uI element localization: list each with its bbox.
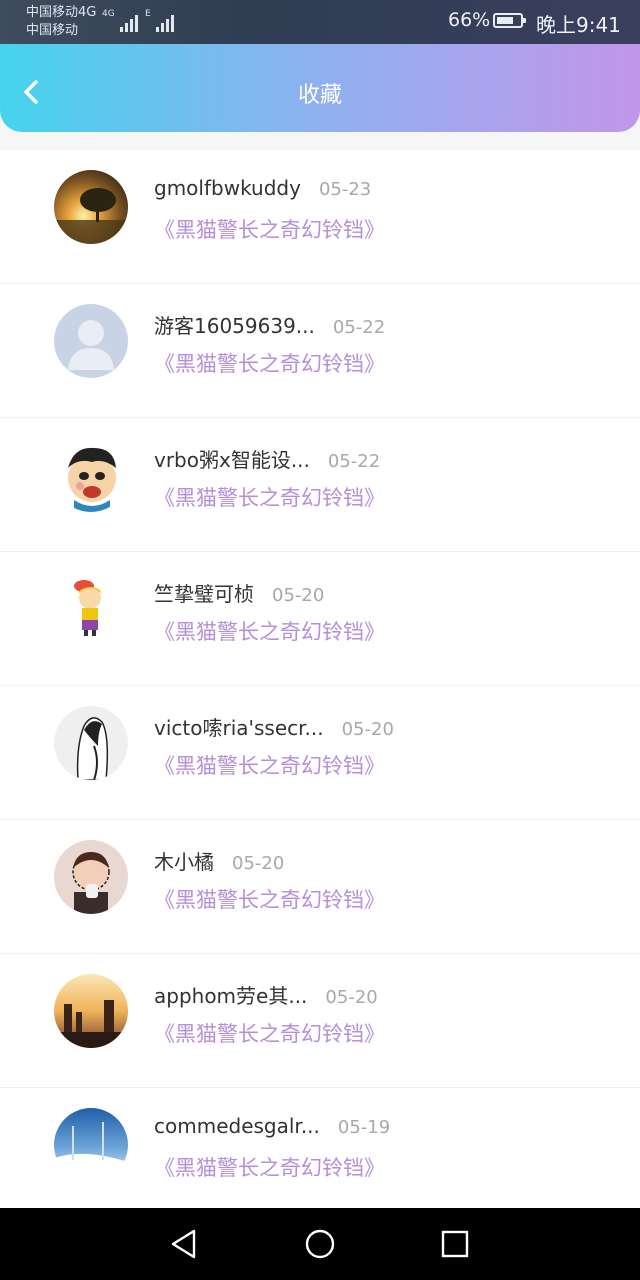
book-title[interactable]: 《黑猫警长之奇幻铃铛》 xyxy=(154,214,385,244)
nav-home-button[interactable] xyxy=(302,1226,338,1262)
favorite-date: 05-22 xyxy=(332,317,386,338)
name-row: 游客16059639... 05-22 xyxy=(154,310,385,339)
list-item[interactable]: gmolfbwkuddy 05-23 《黑猫警长之奇幻铃铛》 xyxy=(0,150,640,284)
avatar xyxy=(54,438,128,512)
avatar xyxy=(54,572,128,646)
book-title[interactable]: 《黑猫警长之奇幻铃铛》 xyxy=(154,348,385,378)
status-clock: 晚上9:41 xyxy=(536,13,621,37)
name-row: 竺挚璧可桢 05-20 xyxy=(154,578,324,607)
book-title[interactable]: 《黑猫警长之奇幻铃铛》 xyxy=(154,616,385,646)
user-name: apphom劳e其... xyxy=(154,984,308,1008)
network-type-2: E xyxy=(145,9,151,19)
name-row: 木小橘 05-20 xyxy=(154,846,284,875)
user-name: 游客16059639... xyxy=(154,314,315,338)
user-name: vrbo粥x智能设... xyxy=(154,448,310,472)
status-bar: 中国移动4G 中国移动 4G E 66% 晚上9:41 xyxy=(0,0,640,44)
favorite-date: 05-19 xyxy=(337,1117,391,1138)
name-row: vrbo粥x智能设... 05-22 xyxy=(154,444,380,473)
user-name: 木小橘 xyxy=(154,850,214,874)
nav-back-button[interactable] xyxy=(166,1226,202,1262)
avatar xyxy=(54,170,128,244)
book-title[interactable]: 《黑猫警长之奇幻铃铛》 xyxy=(154,1018,385,1048)
book-title[interactable]: 《黑猫警长之奇幻铃铛》 xyxy=(154,884,385,914)
circle-home-icon xyxy=(305,1229,335,1259)
nav-recent-button[interactable] xyxy=(437,1226,473,1262)
page-title: 收藏 xyxy=(297,83,342,108)
user-name: 竺挚璧可桢 xyxy=(154,582,254,606)
list-item[interactable]: 竺挚璧可桢 05-20 《黑猫警长之奇幻铃铛》 xyxy=(0,552,640,686)
triangle-back-icon xyxy=(171,1229,196,1259)
user-name: commedesgalr... xyxy=(154,1114,320,1138)
list-item[interactable]: victo嗦ria'ssecr... 05-20 《黑猫警长之奇幻铃铛》 xyxy=(0,686,640,820)
signal-strength-icon: 4G xyxy=(102,10,138,32)
book-title[interactable]: 《黑猫警长之奇幻铃铛》 xyxy=(154,750,385,780)
book-title[interactable]: 《黑猫警长之奇幻铃铛》 xyxy=(154,1152,385,1182)
carrier-info: 中国移动4G 中国移动 xyxy=(26,4,96,40)
name-row: victo嗦ria'ssecr... 05-20 xyxy=(154,712,394,741)
user-name: gmolfbwkuddy xyxy=(154,176,301,200)
system-nav-bar xyxy=(0,1208,640,1280)
carrier-line-2: 中国移动 xyxy=(26,23,79,38)
battery-percent: 66% xyxy=(448,9,491,31)
list-item[interactable]: commedesgalr... 05-19 《黑猫警长之奇幻铃铛》 xyxy=(0,1088,640,1208)
avatar xyxy=(54,304,128,378)
avatar xyxy=(54,1108,128,1182)
header-bar: 收藏 xyxy=(0,44,640,132)
favorite-date: 05-22 xyxy=(327,451,381,472)
name-row: gmolfbwkuddy 05-23 xyxy=(154,176,371,200)
avatar xyxy=(54,974,128,1048)
favorite-date: 05-20 xyxy=(341,719,394,740)
network-type-1: 4G xyxy=(102,9,115,19)
signal-strength-icon-2: E xyxy=(145,10,174,32)
battery-icon xyxy=(493,13,526,28)
favorite-date: 05-20 xyxy=(272,585,325,606)
book-title[interactable]: 《黑猫警长之奇幻铃铛》 xyxy=(154,482,385,512)
list-item[interactable]: apphom劳e其... 05-20 《黑猫警长之奇幻铃铛》 xyxy=(0,954,640,1088)
favorite-date: 05-23 xyxy=(318,179,372,200)
carrier-line-1: 中国移动4G xyxy=(26,5,97,20)
name-row: apphom劳e其... 05-20 xyxy=(154,980,378,1009)
list-item[interactable]: vrbo粥x智能设... 05-22 《黑猫警长之奇幻铃铛》 xyxy=(0,418,640,552)
list-item[interactable]: 游客16059639... 05-22 《黑猫警长之奇幻铃铛》 xyxy=(0,284,640,418)
user-name: victo嗦ria'ssecr... xyxy=(154,716,324,740)
square-recent-icon xyxy=(441,1230,469,1258)
avatar xyxy=(54,840,128,914)
favorite-date: 05-20 xyxy=(232,853,285,874)
favorite-date: 05-20 xyxy=(325,987,378,1008)
favorites-list: gmolfbwkuddy 05-23 《黑猫警长之奇幻铃铛》 游客1605963… xyxy=(0,150,640,1208)
avatar xyxy=(54,706,128,780)
list-item[interactable]: 木小橘 05-20 《黑猫警长之奇幻铃铛》 xyxy=(0,820,640,954)
name-row: commedesgalr... 05-19 xyxy=(154,1114,390,1138)
